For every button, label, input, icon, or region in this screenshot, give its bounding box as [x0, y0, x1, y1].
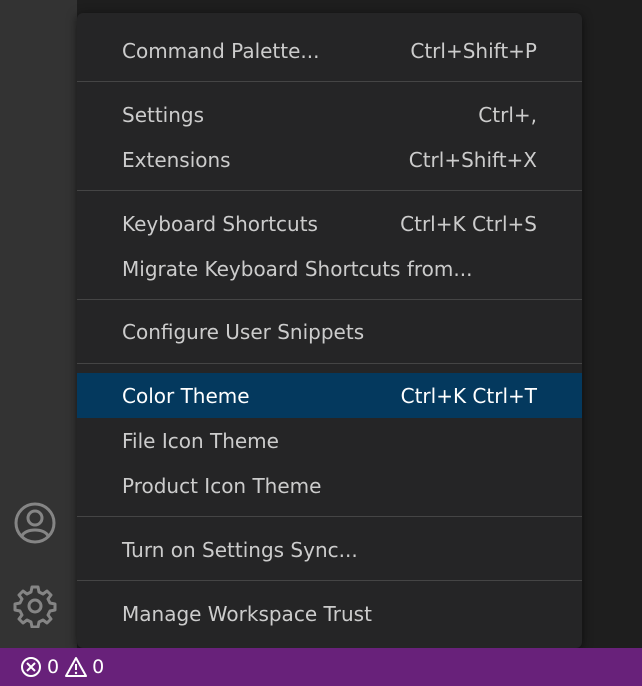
account-icon[interactable] [10, 498, 60, 548]
warning-count: 0 [92, 656, 105, 678]
menu-item-label: Manage Workspace Trust [122, 601, 372, 626]
menu-separator [77, 363, 582, 364]
menu-item-label: Product Icon Theme [122, 473, 322, 498]
menu-item-label: File Icon Theme [122, 428, 279, 453]
menu-item-shortcut: Ctrl+, [478, 102, 537, 127]
menu-item-shortcut: Ctrl+Shift+X [408, 147, 537, 172]
menu-separator [77, 580, 582, 581]
menu-item-shortcut: Ctrl+K Ctrl+S [400, 211, 537, 236]
menu-item-extensions[interactable]: Extensions Ctrl+Shift+X [77, 137, 582, 182]
menu-item-color-theme[interactable]: Color Theme Ctrl+K Ctrl+T [77, 373, 582, 418]
menu-item-label: Migrate Keyboard Shortcuts from... [122, 256, 473, 281]
menu-separator [77, 190, 582, 191]
activity-bar [0, 0, 77, 648]
error-count: 0 [47, 656, 60, 678]
menu-item-settings[interactable]: Settings Ctrl+, [77, 92, 582, 137]
menu-item-label: Extensions [122, 147, 231, 172]
manage-menu: Command Palette... Ctrl+Shift+P Settings… [77, 13, 582, 648]
menu-separator [77, 299, 582, 300]
menu-item-product-icon-theme[interactable]: Product Icon Theme [77, 463, 582, 508]
menu-item-shortcut: Ctrl+K Ctrl+T [400, 383, 537, 408]
error-icon [20, 656, 42, 678]
status-bar: 0 0 [0, 648, 642, 686]
menu-item-migrate-keyboard-shortcuts[interactable]: Migrate Keyboard Shortcuts from... [77, 246, 582, 291]
menu-item-keyboard-shortcuts[interactable]: Keyboard Shortcuts Ctrl+K Ctrl+S [77, 201, 582, 246]
menu-item-label: Command Palette... [122, 38, 320, 63]
menu-item-shortcut: Ctrl+Shift+P [410, 38, 537, 63]
menu-separator [77, 516, 582, 517]
warning-icon [65, 656, 88, 678]
problems-status[interactable]: 0 0 [20, 648, 110, 686]
menu-item-label: Color Theme [122, 383, 250, 408]
menu-item-file-icon-theme[interactable]: File Icon Theme [77, 418, 582, 463]
menu-item-settings-sync[interactable]: Turn on Settings Sync... [77, 527, 582, 572]
menu-item-label: Turn on Settings Sync... [122, 537, 358, 562]
menu-item-label: Keyboard Shortcuts [122, 211, 318, 236]
menu-item-configure-user-snippets[interactable]: Configure User Snippets [77, 309, 582, 354]
manage-gear-icon[interactable] [10, 581, 60, 631]
menu-item-manage-workspace-trust[interactable]: Manage Workspace Trust [77, 591, 582, 636]
menu-item-label: Configure User Snippets [122, 319, 365, 344]
menu-separator [77, 81, 582, 82]
menu-item-label: Settings [122, 102, 205, 127]
menu-item-command-palette[interactable]: Command Palette... Ctrl+Shift+P [77, 28, 582, 73]
vscode-window: Command Palette... Ctrl+Shift+P Settings… [0, 0, 642, 686]
